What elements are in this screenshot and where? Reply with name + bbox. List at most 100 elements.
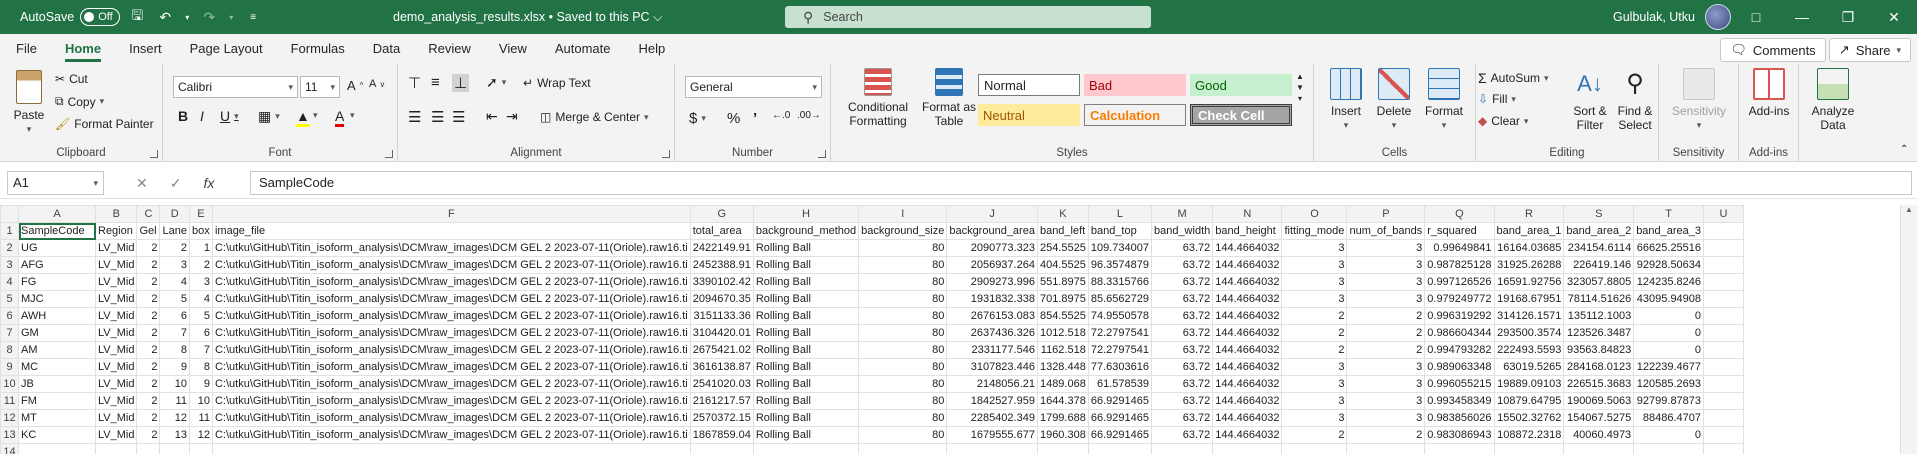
cell[interactable]: 293500.3574 — [1493, 324, 1565, 342]
borders-icon[interactable]: ▦ ▾ — [258, 108, 280, 125]
cell[interactable]: 2676153.083 — [946, 307, 1038, 325]
top-align-icon[interactable]: ⊤ — [408, 74, 421, 92]
cell[interactable]: 0.986604344 — [1424, 324, 1495, 342]
cell[interactable]: 108872.2318 — [1493, 426, 1565, 444]
cell[interactable]: 2 — [1281, 426, 1348, 444]
cell[interactable]: KC — [18, 426, 96, 444]
cell[interactable]: C:\utku\GitHub\Titin_isoform_analysis\DC… — [211, 256, 691, 274]
cell[interactable] — [1633, 443, 1705, 454]
cell[interactable] — [211, 443, 691, 454]
cell[interactable]: 3 — [1281, 409, 1348, 427]
cell[interactable]: 2 — [1346, 324, 1426, 342]
cell[interactable]: 7 — [188, 341, 213, 359]
cell[interactable]: 1012.518 — [1036, 324, 1089, 342]
cell[interactable]: 66.9291465 — [1087, 409, 1152, 427]
cell[interactable]: 0.993458349 — [1424, 392, 1495, 410]
tab-home[interactable]: Home — [51, 34, 115, 64]
cell[interactable]: 124235.8246 — [1633, 273, 1705, 291]
cell[interactable]: 3104420.01 — [689, 324, 754, 342]
cell[interactable] — [159, 443, 190, 454]
cell[interactable]: 19168.67951 — [1493, 290, 1565, 308]
cell[interactable]: 154067.5275 — [1563, 409, 1635, 427]
cell[interactable]: 120585.2693 — [1633, 375, 1705, 393]
cell[interactable]: 43095.94908 — [1633, 290, 1705, 308]
cell[interactable]: 0.994793282 — [1424, 341, 1495, 359]
column-header-f[interactable]: F — [211, 205, 691, 223]
cell[interactable]: C:\utku\GitHub\Titin_isoform_analysis\DC… — [211, 324, 691, 342]
cell[interactable]: 80 — [858, 307, 948, 325]
cell[interactable]: 1644.378 — [1036, 392, 1089, 410]
cell[interactable]: C:\utku\GitHub\Titin_isoform_analysis\DC… — [211, 273, 691, 291]
cell[interactable] — [136, 443, 161, 454]
undo-icon[interactable]: ↶ — [154, 6, 176, 28]
cell[interactable]: 80 — [858, 239, 948, 257]
cell[interactable]: 63.72 — [1150, 358, 1214, 376]
cell[interactable]: 78114.51626 — [1563, 290, 1635, 308]
cell[interactable]: 2094670.35 — [689, 290, 754, 308]
row-header[interactable]: 1 — [0, 222, 19, 240]
cell[interactable]: band_area_1 — [1493, 222, 1565, 240]
cell[interactable]: 13 — [159, 426, 190, 444]
cell[interactable]: Rolling Ball — [752, 324, 860, 342]
wrap-text-button[interactable]: ↵ Wrap Text — [523, 76, 591, 90]
cell[interactable]: C:\utku\GitHub\Titin_isoform_analysis\DC… — [211, 307, 691, 325]
save-icon[interactable]: 🖫 — [126, 6, 148, 28]
cell[interactable]: 2 — [136, 392, 161, 410]
cell[interactable]: FM — [18, 392, 96, 410]
cell[interactable]: 80 — [858, 324, 948, 342]
column-header-t[interactable]: T — [1633, 205, 1705, 223]
cell[interactable]: 222493.5593 — [1493, 341, 1565, 359]
cell[interactable]: 135112.1003 — [1563, 307, 1635, 325]
cell[interactable]: 9 — [159, 358, 190, 376]
insert-function-icon[interactable]: fx — [203, 175, 214, 191]
conditional-formatting-button[interactable]: Conditional Formatting — [843, 68, 913, 128]
cell[interactable]: 88486.4707 — [1633, 409, 1705, 427]
cell[interactable]: AFG — [18, 256, 96, 274]
cell[interactable]: 3 — [1346, 273, 1426, 291]
row-header[interactable]: 5 — [0, 290, 19, 308]
cell[interactable]: 144.4664032 — [1212, 409, 1283, 427]
cell[interactable]: background_size — [858, 222, 948, 240]
cell[interactable]: 11 — [188, 409, 213, 427]
column-header-s[interactable]: S — [1563, 205, 1635, 223]
cell[interactable]: 9 — [188, 375, 213, 393]
cell[interactable]: 144.4664032 — [1212, 426, 1283, 444]
cell[interactable]: 80 — [858, 392, 948, 410]
avatar[interactable] — [1704, 4, 1731, 30]
increase-font-icon[interactable]: A ^ — [347, 78, 363, 93]
cell[interactable]: 92799.87873 — [1633, 392, 1705, 410]
cell[interactable]: 2452388.91 — [689, 256, 754, 274]
tab-file[interactable]: File — [0, 34, 51, 64]
cell[interactable]: 80 — [858, 375, 948, 393]
cell[interactable]: 3 — [1281, 273, 1348, 291]
cell[interactable]: 63.72 — [1150, 290, 1214, 308]
bold-icon[interactable]: B — [178, 108, 188, 124]
customize-qat-icon[interactable]: ≡ — [242, 6, 264, 28]
cell[interactable]: 2161217.57 — [689, 392, 754, 410]
cell[interactable]: image_file — [211, 222, 691, 240]
cell[interactable]: 2 — [1281, 324, 1348, 342]
share-button[interactable]: ↗ Share ▾ — [1829, 38, 1911, 62]
cell[interactable]: Lane — [159, 222, 190, 240]
cell[interactable]: 3 — [1346, 290, 1426, 308]
cell[interactable]: 144.4664032 — [1212, 324, 1283, 342]
cell[interactable]: 80 — [858, 256, 948, 274]
cell[interactable]: 3390102.42 — [689, 273, 754, 291]
align-center-icon[interactable]: ☰ — [431, 108, 444, 126]
redo-icon[interactable]: ↷ — [198, 6, 220, 28]
cell[interactable] — [1424, 443, 1495, 454]
formula-input[interactable]: SampleCode — [250, 171, 1912, 195]
autosave-control[interactable]: AutoSave Off 🖫 ↶ ▾ ↷ ▾ ≡ — [20, 0, 264, 34]
cell[interactable]: 2 — [136, 375, 161, 393]
autosum-button-inner[interactable]: Σ AutoSum ▾ — [1478, 70, 1549, 86]
cell[interactable]: Rolling Ball — [752, 256, 860, 274]
cell[interactable]: 3 — [1346, 256, 1426, 274]
clear-button[interactable]: ◆ Clear ▾ — [1478, 114, 1528, 128]
cell[interactable]: 85.6562729 — [1087, 290, 1152, 308]
scroll-up-icon[interactable]: ▲ — [1901, 205, 1917, 214]
cell[interactable]: 31925.26288 — [1493, 256, 1565, 274]
tab-automate[interactable]: Automate — [541, 34, 625, 64]
cell[interactable]: Rolling Ball — [752, 358, 860, 376]
cell[interactable]: background_method — [752, 222, 860, 240]
cell[interactable] — [1493, 443, 1565, 454]
